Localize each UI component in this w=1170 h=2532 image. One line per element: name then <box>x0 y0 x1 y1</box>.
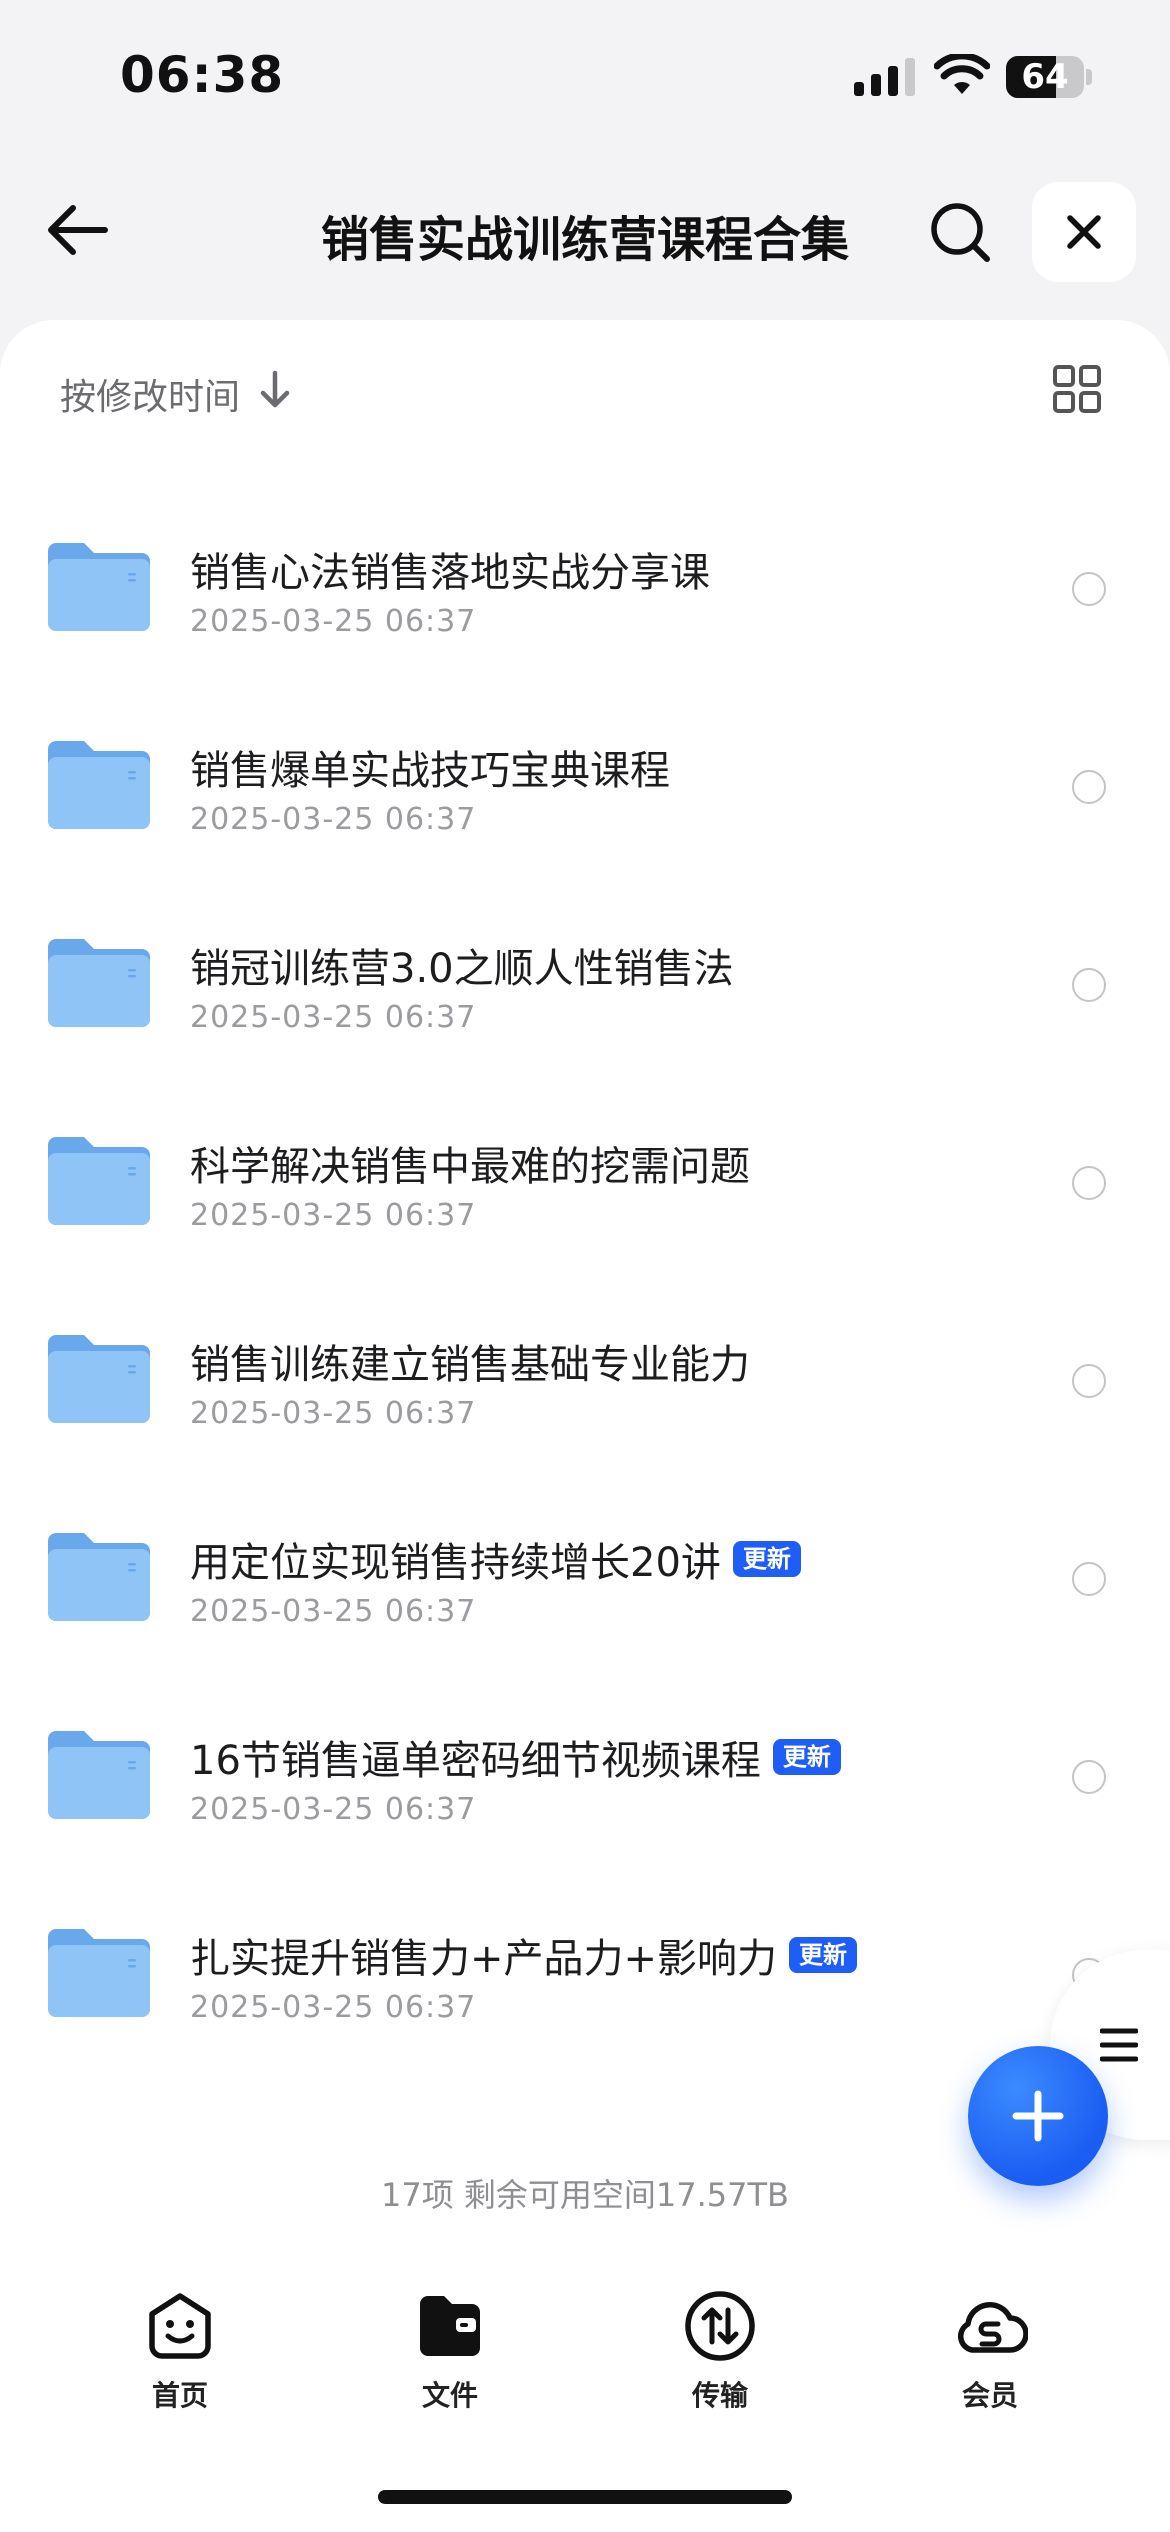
file-name: 用定位实现销售持续增长20讲 更新 <box>190 1530 801 1588</box>
tab-transfer[interactable]: 传输 <box>630 2288 810 2418</box>
folder-icon <box>48 741 150 829</box>
select-checkbox[interactable] <box>1072 1166 1106 1200</box>
tab-files-label: 文件 <box>421 2379 478 2412</box>
smile-face-icon <box>149 2293 211 2359</box>
back-button[interactable] <box>38 192 118 268</box>
folder-wallet-icon <box>420 2296 480 2356</box>
tab-transfer-label: 传输 <box>691 2379 748 2412</box>
tab-vip[interactable]: 会员 <box>900 2288 1080 2418</box>
folder-icon <box>48 543 150 631</box>
file-date: 2025-03-25 06:37 <box>190 1792 477 1827</box>
tab-vip-label: 会员 <box>961 2379 1018 2412</box>
menu-lines-icon <box>1100 2028 1138 2062</box>
back-arrow-icon <box>48 205 108 255</box>
file-name-text: 科学解决销售中最难的挖需问题 <box>190 1144 750 1190</box>
file-list[interactable]: 2025-03-25 06:37 销售心法销售落地实战分享课 2025-03-25 … <box>0 320 1170 2080</box>
status-time: 06:38 <box>120 46 285 104</box>
cloud-s-icon <box>958 2302 1028 2353</box>
file-name: 16节销售逼单密码细节视频课程 更新 <box>190 1728 841 1786</box>
list-item[interactable]: 用定位实现销售持续增长20讲 更新 2025-03-25 06:37 <box>0 1480 1170 1678</box>
tab-home-label: 首页 <box>151 2379 208 2412</box>
home-indicator <box>378 2490 792 2504</box>
list-item[interactable]: 销售训练建立销售基础专业能力 2025-03-25 06:37 <box>0 1282 1170 1480</box>
select-checkbox[interactable] <box>1072 1562 1106 1596</box>
battery-icon: 64 <box>1006 56 1092 98</box>
wifi-icon <box>934 54 990 94</box>
close-button[interactable] <box>1032 182 1136 282</box>
plus-icon <box>1012 2090 1064 2142</box>
file-name: 销冠训练营3.0之顺人性销售法 <box>190 936 734 994</box>
file-name: 销售心法销售落地实战分享课 <box>190 540 710 598</box>
list-item[interactable]: 销冠训练营3.0之顺人性销售法 2025-03-25 06:37 <box>0 886 1170 1084</box>
status-bar: 06:38 64 <box>0 0 1170 150</box>
list-item[interactable]: 16节销售逼单密码细节视频课程 更新 2025-03-25 06:37 <box>0 1678 1170 1876</box>
list-item[interactable]: 销售爆单实战技巧宝典课程 2025-03-25 06:37 <box>0 688 1170 886</box>
list-item[interactable]: 扎实提升销售力+产品力+影响力 更新 2025-03-25 06:37 <box>0 1876 1170 2074</box>
tab-files[interactable]: 文件 <box>360 2288 540 2418</box>
file-name: 科学解决销售中最难的挖需问题 <box>190 1134 750 1192</box>
update-badge: 更新 <box>772 1739 841 1775</box>
file-name-text: 销冠训练营3.0之顺人性销售法 <box>190 946 734 992</box>
file-date: 2025-03-25 06:37 <box>190 1990 477 2025</box>
cellular-signal-icon <box>854 58 915 96</box>
sort-descending-icon[interactable] <box>258 370 292 410</box>
transfer-icon <box>685 2291 755 2361</box>
update-badge: 更新 <box>732 1541 801 1577</box>
folder-icon <box>48 939 150 1027</box>
storage-summary: 17项 剩余可用空间17.57TB <box>380 2176 789 2214</box>
file-name-text: 销售训练建立销售基础专业能力 <box>190 1342 750 1388</box>
file-name-text: 用定位实现销售持续增长20讲 <box>190 1540 721 1586</box>
file-date: 2025-03-25 06:37 <box>190 1198 477 1233</box>
sort-bar: 按修改时间 <box>0 320 1170 450</box>
header: 销售实战训练营课程合集 <box>0 170 1170 290</box>
file-name-text: 销售爆单实战技巧宝典课程 <box>190 748 670 794</box>
file-date: 2025-03-25 06:37 <box>190 1396 477 1431</box>
select-checkbox[interactable] <box>1072 1364 1106 1398</box>
file-name: 销售训练建立销售基础专业能力 <box>190 1332 750 1390</box>
folder-icon <box>48 1335 150 1423</box>
select-checkbox[interactable] <box>1072 770 1106 804</box>
folder-icon <box>48 1929 150 2017</box>
file-name: 扎实提升销售力+产品力+影响力 更新 <box>190 1926 858 1984</box>
tab-home[interactable]: 首页 <box>90 2288 270 2418</box>
file-date: 2025-03-25 06:37 <box>190 604 477 639</box>
list-item[interactable]: 销售心法销售落地实战分享课 2025-03-25 06:37 <box>0 490 1170 688</box>
folder-icon <box>48 1137 150 1225</box>
file-date: 2025-03-25 06:37 <box>190 1594 477 1629</box>
list-item[interactable]: 科学解决销售中最难的挖需问题 2025-03-25 06:37 <box>0 1084 1170 1282</box>
sort-by-modified-button[interactable]: 按修改时间 <box>60 368 240 420</box>
battery-percentage: 64 <box>1021 57 1069 97</box>
add-button[interactable] <box>968 2046 1108 2186</box>
search-button[interactable] <box>920 192 1000 272</box>
file-name-text: 销售心法销售落地实战分享课 <box>190 550 710 596</box>
file-date: 2025-03-25 06:37 <box>190 802 477 837</box>
select-checkbox[interactable] <box>1072 968 1106 1002</box>
file-name-text: 扎实提升销售力+产品力+影响力 <box>190 1936 778 1982</box>
select-checkbox[interactable] <box>1072 572 1106 606</box>
file-name-text: 16节销售逼单密码细节视频课程 <box>190 1738 761 1784</box>
select-checkbox[interactable] <box>1072 1760 1106 1794</box>
search-icon <box>931 203 990 262</box>
file-date: 2025-03-25 06:37 <box>190 1000 477 1035</box>
folder-icon <box>48 1533 150 1621</box>
page-title: 销售实战训练营课程合集 <box>320 212 849 268</box>
update-badge: 更新 <box>789 1937 858 1973</box>
grid-view-icon[interactable] <box>1052 364 1102 414</box>
file-name: 销售爆单实战技巧宝典课程 <box>190 738 670 796</box>
close-icon <box>1067 215 1101 249</box>
folder-icon <box>48 1731 150 1819</box>
